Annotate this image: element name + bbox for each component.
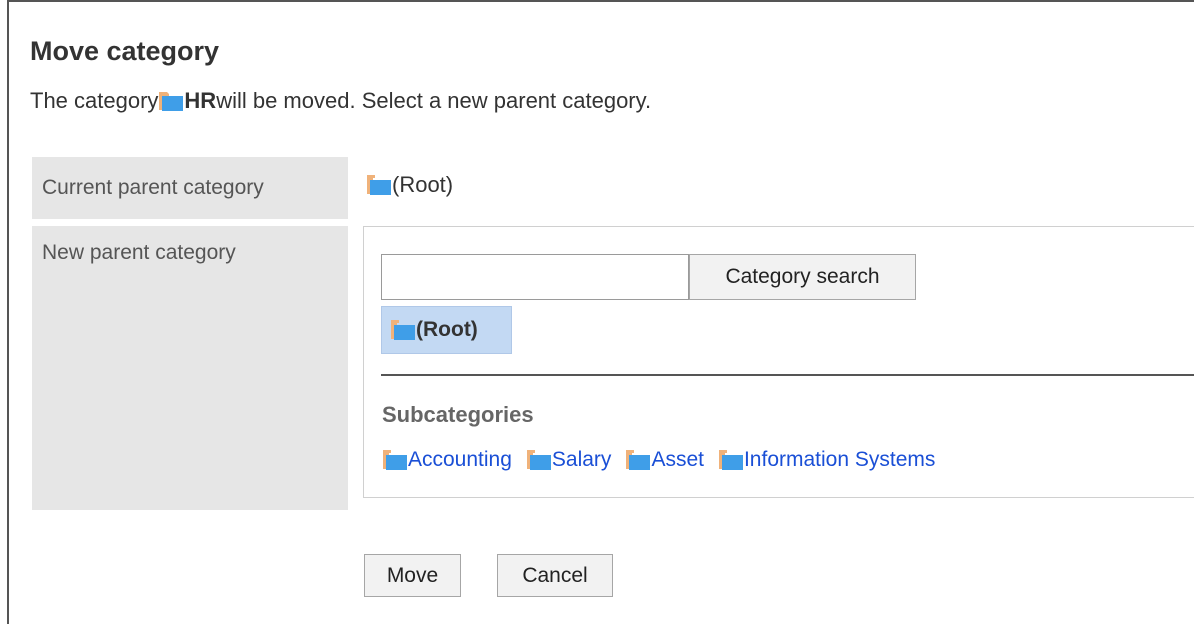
page-title: Move category: [30, 36, 220, 66]
folder-icon: [625, 449, 651, 471]
folder-icon: [526, 449, 552, 471]
subcategory-asset[interactable]: Asset: [625, 448, 704, 472]
category-search-input[interactable]: [381, 254, 689, 300]
subcategories-heading: Subcategories: [382, 402, 534, 427]
folder-icon: [158, 90, 184, 112]
selected-category-label: (Root): [416, 318, 478, 341]
subcategory-list: Accounting Salary Asset Information Syst…: [382, 448, 949, 472]
selected-category-root[interactable]: (Root): [381, 306, 512, 354]
subcategory-accounting[interactable]: Accounting: [382, 448, 512, 472]
new-parent-label: New parent category: [32, 226, 348, 510]
description-suffix: will be moved. Select a new parent categ…: [216, 88, 652, 113]
category-name: HR: [184, 88, 217, 113]
move-description: The category HR will be moved. Select a …: [30, 88, 651, 114]
current-parent-text: (Root): [392, 172, 454, 197]
current-parent-value: (Root): [366, 172, 453, 198]
subcategory-information-systems[interactable]: Information Systems: [718, 448, 935, 472]
category-search-button[interactable]: Category search: [689, 254, 916, 300]
description-prefix: The category: [30, 88, 159, 113]
current-parent-label: Current parent category: [32, 157, 348, 219]
cancel-button[interactable]: Cancel: [497, 554, 613, 597]
divider: [381, 374, 1194, 376]
folder-icon: [366, 174, 392, 196]
subcategory-salary[interactable]: Salary: [526, 448, 612, 472]
folder-icon: [390, 319, 416, 341]
folder-icon: [718, 449, 744, 471]
subcategory-link[interactable]: Asset: [651, 448, 704, 472]
folder-icon: [382, 449, 408, 471]
move-button[interactable]: Move: [364, 554, 461, 597]
subcategory-link[interactable]: Accounting: [408, 448, 512, 472]
subcategory-link[interactable]: Information Systems: [744, 448, 935, 472]
subcategory-link[interactable]: Salary: [552, 448, 612, 472]
